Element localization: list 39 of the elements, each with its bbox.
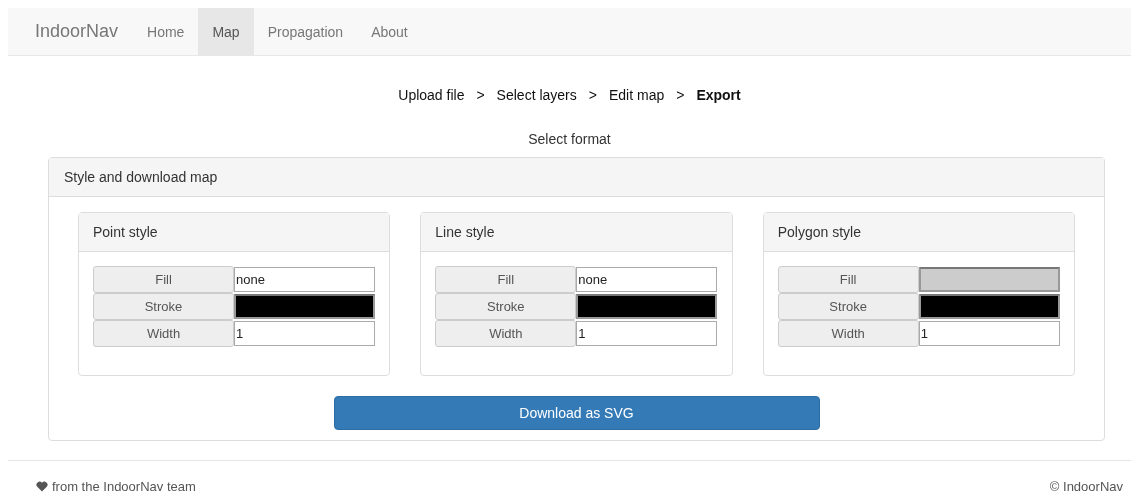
step-separator: > bbox=[676, 87, 685, 103]
input-field[interactable]: none bbox=[576, 267, 718, 292]
color-swatch[interactable] bbox=[576, 294, 718, 319]
row-label: Width bbox=[777, 320, 919, 347]
row-label: Width bbox=[93, 320, 234, 347]
download-button[interactable]: Download as SVG bbox=[333, 396, 820, 430]
row-label: Stroke bbox=[93, 293, 234, 320]
nav-tab[interactable]: About bbox=[357, 8, 422, 55]
heart-icon bbox=[36, 481, 48, 492]
brand-logo[interactable]: IndoorNav bbox=[20, 8, 134, 55]
card-title: Point style bbox=[79, 213, 390, 252]
step-separator: > bbox=[588, 87, 597, 103]
nav-tab[interactable]: Map bbox=[198, 8, 254, 55]
color-swatch[interactable] bbox=[918, 267, 1060, 292]
panel-title: Style and download map bbox=[49, 158, 1104, 197]
card-title: Polygon style bbox=[763, 213, 1074, 252]
color-swatch[interactable] bbox=[918, 294, 1060, 319]
input-field[interactable]: 1 bbox=[576, 321, 718, 346]
section-subtitle: Select format bbox=[527, 131, 612, 147]
copyright-text: © IndoorNav bbox=[1049, 479, 1123, 494]
input-field[interactable]: 1 bbox=[918, 321, 1060, 346]
card-title: Line style bbox=[421, 213, 732, 252]
wizard-step: Upload file bbox=[398, 87, 465, 103]
wizard-step: Edit map bbox=[608, 87, 665, 103]
input-field[interactable]: none bbox=[234, 267, 375, 292]
row-label: Width bbox=[435, 320, 577, 347]
nav-tab[interactable]: Propagation bbox=[253, 8, 358, 55]
row-label: Stroke bbox=[777, 293, 919, 320]
input-field[interactable]: 1 bbox=[234, 321, 375, 346]
color-swatch[interactable] bbox=[234, 294, 375, 319]
step-separator: > bbox=[476, 87, 485, 103]
wizard-step: Export bbox=[696, 87, 741, 103]
row-label: Fill bbox=[435, 266, 577, 293]
wizard-step: Select layers bbox=[496, 87, 577, 103]
nav-tab[interactable]: Home bbox=[133, 8, 199, 55]
footer-text: from the IndoorNav team bbox=[52, 479, 196, 494]
row-label: Stroke bbox=[435, 293, 577, 320]
row-label: Fill bbox=[777, 266, 919, 293]
row-label: Fill bbox=[93, 266, 234, 293]
